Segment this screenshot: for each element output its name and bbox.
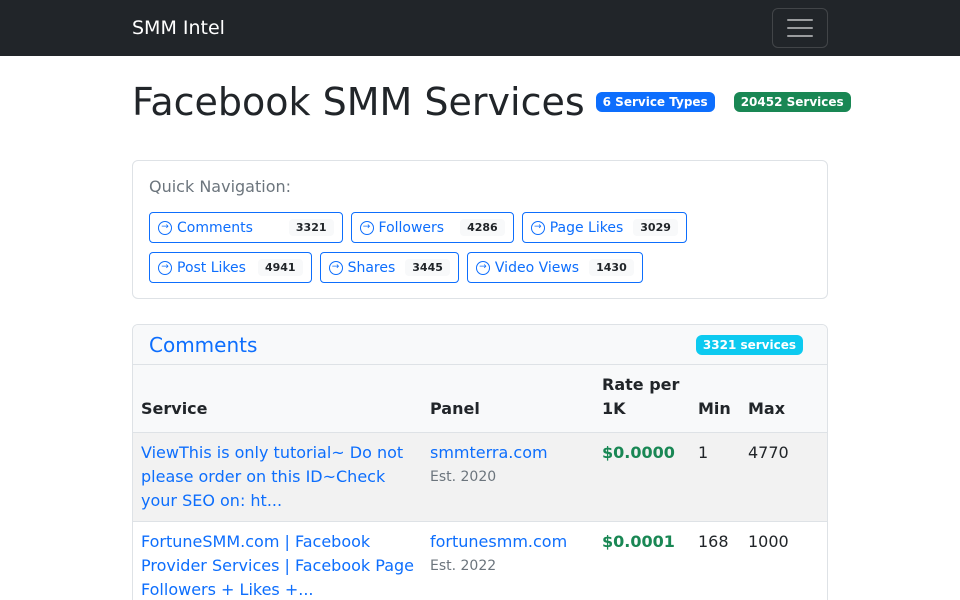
table-row: ViewThis is only tutorial~ Do not please… xyxy=(133,432,827,522)
column-header-panel: Panel xyxy=(430,399,480,418)
total-services-badge: 20452 Services xyxy=(733,92,851,112)
rate-value: $0.0000 xyxy=(602,443,675,462)
column-header-max: Max xyxy=(748,399,786,418)
count-badge: 3029 xyxy=(633,219,678,236)
main-container: Facebook SMM Services 6 Service Types 20… xyxy=(132,80,851,600)
count-badge: 4941 xyxy=(257,259,303,276)
min-value: 1 xyxy=(698,443,709,462)
panel-link[interactable]: fortunesmm.com xyxy=(430,532,567,551)
service-link[interactable]: ViewThis is only tutorial~ Do not please… xyxy=(141,443,403,510)
services-table: Service Panel Rate per 1K Min Max ViewTh… xyxy=(133,365,827,600)
arrow-right-circle-icon: → xyxy=(359,220,374,235)
count-badge: 3445 xyxy=(405,259,450,276)
rate-value: $0.0001 xyxy=(602,532,675,551)
hamburger-menu-icon xyxy=(787,19,813,21)
panel-link[interactable]: smmterra.com xyxy=(430,443,548,462)
quick-nav-row-2: → Post Likes 4941 → Shares 3445 → Video … xyxy=(149,252,811,283)
arrow-right-circle-icon: → xyxy=(475,260,490,275)
count-badge: 3321 xyxy=(288,219,334,236)
quick-nav-followers[interactable]: → Followers 4286 xyxy=(350,212,514,243)
title-row: Facebook SMM Services 6 Service Types 20… xyxy=(132,80,851,124)
navbar: SMM Intel xyxy=(0,0,960,56)
table-row: FortuneSMM.com | Facebook Provider Servi… xyxy=(133,522,827,600)
table-header-row: Service Panel Rate per 1K Min Max xyxy=(133,365,827,433)
arrow-right-circle-icon: → xyxy=(328,260,343,275)
quick-nav-video-views[interactable]: → Video Views 1430 xyxy=(466,252,643,283)
service-link[interactable]: FortuneSMM.com | Facebook Provider Servi… xyxy=(141,532,414,599)
quick-nav-shares[interactable]: → Shares 3445 xyxy=(319,252,459,283)
service-types-badge: 6 Service Types xyxy=(595,92,715,112)
quick-nav-page-likes[interactable]: → Page Likes 3029 xyxy=(521,212,687,243)
quick-nav-comments[interactable]: → Comments 3321 xyxy=(149,212,343,243)
comments-section: Comments 3321 services Service Panel Rat… xyxy=(132,324,828,600)
section-count-badge: 3321 services xyxy=(695,334,803,355)
quick-nav-row-1: → Comments 3321 → Followers 4286 → Page … xyxy=(149,212,811,243)
count-badge: 1430 xyxy=(589,259,634,276)
page-title: Facebook SMM Services xyxy=(132,80,585,124)
max-value: 4770 xyxy=(748,443,789,462)
menu-toggle-button[interactable] xyxy=(772,8,828,48)
column-header-service: Service xyxy=(141,399,208,418)
max-value: 1000 xyxy=(748,532,789,551)
arrow-right-circle-icon: → xyxy=(158,220,172,235)
quick-nav-post-likes[interactable]: → Post Likes 4941 xyxy=(149,252,312,283)
panel-established: Est. 2022 xyxy=(430,558,497,574)
quick-navigation: Quick Navigation: → Comments 3321 → Foll… xyxy=(132,160,828,299)
quick-navigation-label: Quick Navigation: xyxy=(149,177,292,196)
panel-established: Est. 2020 xyxy=(430,469,497,485)
min-value: 168 xyxy=(698,532,729,551)
arrow-right-circle-icon: → xyxy=(530,220,545,235)
column-header-rate: Rate per 1K xyxy=(602,375,680,418)
count-badge: 4286 xyxy=(460,219,505,236)
section-title: Comments xyxy=(149,332,258,357)
brand-link[interactable]: SMM Intel xyxy=(132,17,225,39)
column-header-min: Min xyxy=(698,399,731,418)
arrow-right-circle-icon: → xyxy=(158,260,172,275)
section-header: Comments 3321 services xyxy=(133,325,827,365)
